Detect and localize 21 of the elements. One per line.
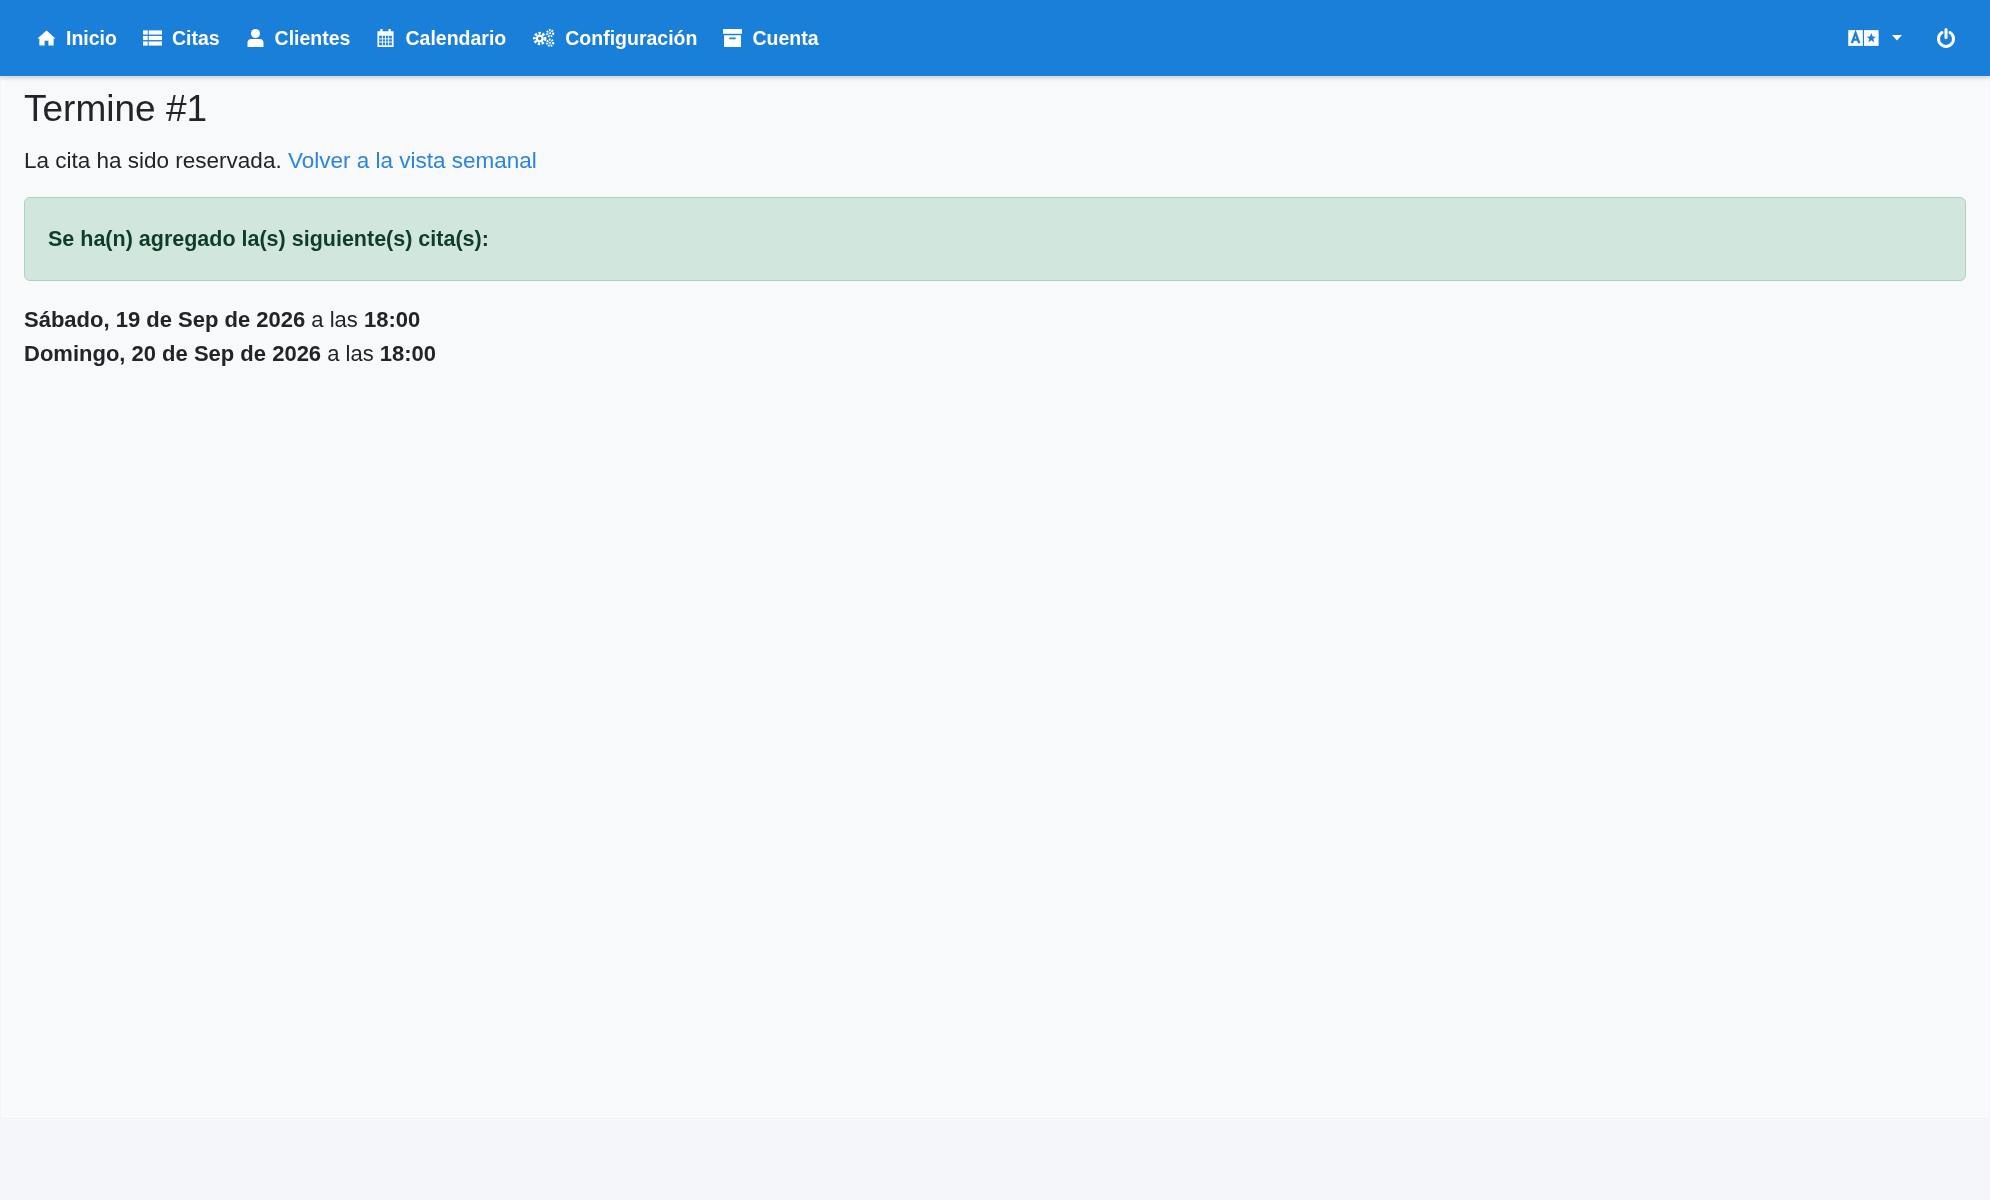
week-view-link[interactable]: Volver a la vista semanal <box>287 148 537 173</box>
nav-link[interactable]: Clientes <box>232 18 364 58</box>
list-icon <box>142 29 162 47</box>
gears-icon <box>532 29 556 47</box>
nav-link[interactable]: Cuenta <box>710 18 832 58</box>
nav-link[interactable]: Calendario <box>363 18 520 58</box>
confirmation-message: La cita ha sido reservada. Volver a la vista semanal <box>24 147 538 175</box>
user-icon <box>245 29 265 47</box>
nav-link[interactable]: Inicio <box>24 18 130 58</box>
appointment-line: Domingo, 20 de Sep de 2026 a las 18:00 <box>24 340 438 368</box>
home-icon <box>37 29 56 47</box>
archive-box-icon <box>723 29 743 47</box>
translate-icon <box>1848 29 1880 47</box>
page-title: Termine #1 <box>24 87 209 131</box>
alert-message: Se ha(n) agregado la(s) siguiente(s) cita(s): <box>48 226 489 252</box>
nav-link[interactable]: Citas <box>129 18 233 58</box>
caret-icon <box>1892 35 1902 41</box>
calendar-icon <box>376 29 396 47</box>
power-icon <box>1936 28 1956 48</box>
appointment-line: Sábado, 19 de Sep de 2026 a las 18:00 <box>24 306 422 334</box>
nav-link[interactable]: Configuración <box>519 18 711 58</box>
